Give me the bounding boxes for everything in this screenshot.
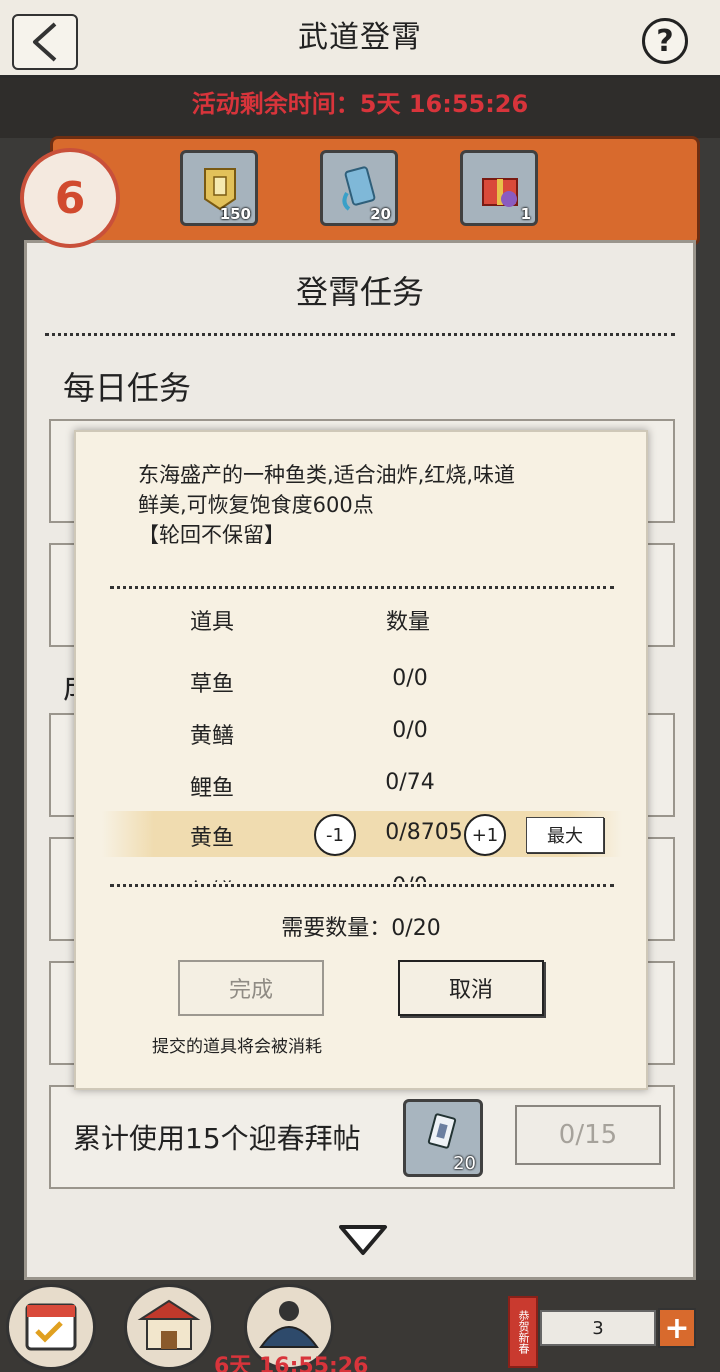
item-qty: 0/0 xyxy=(392,666,428,691)
item-name: 鲤鱼 xyxy=(190,776,235,801)
item-description: 东海盛产的一种鱼类,适合油炸,红烧,味道 鲜美,可恢复饱食度600点 【轮回不保… xyxy=(138,460,608,550)
item-name: 草鱼 xyxy=(190,672,235,697)
list-item[interactable]: 鲤鱼 0/74 xyxy=(102,764,622,804)
item-qty: 0/0 xyxy=(362,874,458,882)
list-item[interactable]: 草鱼 0/0 xyxy=(102,660,622,700)
complete-button[interactable]: 完成 xyxy=(178,960,324,1016)
list-item-selected[interactable]: 黄鱼 -1 0/8705 +1 最大 xyxy=(102,811,622,857)
item-name: 黄鳝 xyxy=(190,724,235,749)
description-line: 鲜美,可恢复饱食度600点 xyxy=(138,493,374,517)
column-header-item: 道具 xyxy=(190,610,235,635)
list-item[interactable]: 黄鳝 0/0 xyxy=(102,712,622,752)
item-qty: 0/0 xyxy=(392,718,428,743)
consume-note: 提交的道具将会被消耗 xyxy=(152,1037,322,1057)
description-line: 【轮回不保留】 xyxy=(138,523,285,547)
list-header: 道具 数量 xyxy=(102,598,622,638)
level-badge: 6 xyxy=(20,148,120,248)
divider xyxy=(110,586,614,589)
item-name: 红鳟 xyxy=(190,874,234,882)
divider xyxy=(110,884,614,887)
submit-item-dialog: 东海盛产的一种鱼类,适合油炸,红烧,味道 鲜美,可恢复饱食度600点 【轮回不保… xyxy=(74,430,648,1090)
required-quantity: 需要数量：0/20 xyxy=(281,916,441,941)
max-button[interactable]: 最大 xyxy=(526,817,604,853)
list-item[interactable]: 红鳟 0/0 xyxy=(102,868,622,882)
item-list[interactable]: 道具 数量 草鱼 0/0 黄鳝 0/0 鲤鱼 0/74 黄鱼 -1 0/8705… xyxy=(102,590,622,882)
item-name: 黄鱼 xyxy=(190,826,235,851)
description-line: 东海盛产的一种鱼类,适合油炸,红烧,味道 xyxy=(138,463,516,487)
column-header-qty: 数量 xyxy=(386,610,431,635)
item-qty: 0/74 xyxy=(385,770,435,795)
increment-button[interactable]: +1 xyxy=(464,814,506,856)
cancel-button[interactable]: 取消 xyxy=(398,960,544,1016)
decrement-button[interactable]: -1 xyxy=(314,814,356,856)
